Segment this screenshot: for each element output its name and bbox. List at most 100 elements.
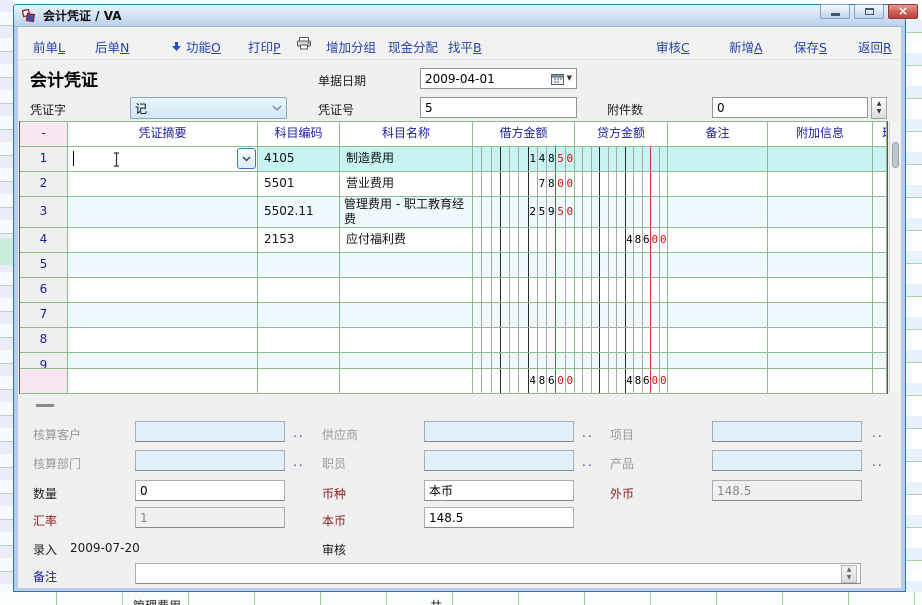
row6-no-cell[interactable]: 6 [20,278,68,303]
toolbar-audit-button[interactable]: 审核C [656,37,690,56]
row1-code-cell[interactable]: 4105 [258,147,340,172]
row7-no-cell[interactable]: 7 [20,303,68,328]
attachments-input[interactable]: 0 [712,97,868,118]
row7-extra-cell[interactable] [768,303,873,328]
row2-no-cell[interactable]: 2 [20,172,68,197]
toolbar-print-preview-button[interactable] [296,37,312,50]
date-input[interactable]: 2009-04-01 ▼ [420,68,577,89]
row8-summary-cell[interactable] [68,328,258,353]
row8-extra-cell[interactable] [768,328,873,353]
row1-name-cell[interactable]: 制造费用 [340,147,473,172]
toolbar-print-button[interactable]: 打印P [248,37,281,56]
project-field[interactable] [712,421,862,442]
row8-note-cell[interactable] [668,328,768,353]
toolbar-next-voucher-button[interactable]: 后单N [95,37,129,56]
row7-debit-cell[interactable] [473,303,575,328]
row1-debit-cell[interactable]: 14850 [473,147,575,172]
panel-splitter-handle[interactable] [36,404,54,407]
row9-extra-cell[interactable] [768,353,873,369]
row4-name-cell[interactable]: 应付福利费 [340,228,473,253]
row9-note-cell[interactable] [668,353,768,369]
row5-sliver-cell[interactable] [873,253,887,278]
row6-code-cell[interactable] [258,278,340,303]
row3-no-cell[interactable]: 3 [20,197,68,228]
toolbar-new-button[interactable]: 新增A [729,37,763,56]
row4-note-cell[interactable] [668,228,768,253]
row9-debit-cell[interactable] [473,353,575,369]
restore-button[interactable] [854,4,884,19]
row8-debit-cell[interactable] [473,328,575,353]
toolbar-save-button[interactable]: 保存S [794,37,827,56]
toolbar-prev-voucher-button[interactable]: 前单L [33,37,65,56]
row2-summary-cell[interactable] [68,172,258,197]
row3-debit-cell[interactable]: 25950 [473,197,575,228]
row4-debit-cell[interactable] [473,228,575,253]
scrollbar-thumb[interactable] [892,142,899,168]
spin-up-icon[interactable]: ▲ [847,567,852,573]
row1-credit-cell[interactable] [575,147,668,172]
spin-down-icon[interactable]: ▼ [877,109,882,115]
row1-summary-cell[interactable] [68,147,258,172]
row8-sliver-cell[interactable] [873,328,887,353]
summary-combo-button[interactable] [237,148,256,169]
row5-no-cell[interactable]: 5 [20,253,68,278]
row6-debit-cell[interactable] [473,278,575,303]
row8-name-cell[interactable] [340,328,473,353]
row7-note-cell[interactable] [668,303,768,328]
row2-sliver-cell[interactable] [873,172,887,197]
toolbar-cash-allocation-button[interactable]: 现金分配 [388,37,438,56]
row2-credit-cell[interactable] [575,172,668,197]
row8-code-cell[interactable] [258,328,340,353]
row3-summary-cell[interactable] [68,197,258,228]
employee-browse-button[interactable]: .. [582,455,594,469]
product-browse-button[interactable]: .. [872,455,884,469]
row4-summary-cell[interactable] [68,228,258,253]
close-button[interactable]: × [888,4,918,19]
row1-no-cell[interactable]: 1 [20,147,68,172]
local-amount-input[interactable]: 148.5 [424,507,574,528]
attachments-stepper[interactable]: ▲ ▼ [871,97,887,119]
row2-debit-cell[interactable]: 7800 [473,172,575,197]
customer-field[interactable] [135,421,285,442]
row4-credit-cell[interactable]: 48600 [575,228,668,253]
toolbar-functions-button[interactable]: 功能O [171,37,221,56]
employee-field[interactable] [424,450,574,471]
row2-note-cell[interactable] [668,172,768,197]
row2-extra-cell[interactable] [768,172,873,197]
row5-name-cell[interactable] [340,253,473,278]
supplier-field[interactable] [424,421,574,442]
row3-note-cell[interactable] [668,197,768,228]
row3-sliver-cell[interactable] [873,197,887,228]
row8-no-cell[interactable]: 8 [20,328,68,353]
quantity-input[interactable]: 0 [135,480,285,501]
row4-sliver-cell[interactable] [873,228,887,253]
row9-code-cell[interactable] [258,353,340,369]
row6-summary-cell[interactable] [68,278,258,303]
supplier-browse-button[interactable]: .. [582,426,594,440]
date-dropdown-icon[interactable]: ▼ [567,75,572,82]
toolbar-back-button[interactable]: 返回R [858,37,892,56]
note-input[interactable] [135,563,861,584]
row2-code-cell[interactable]: 5501 [258,172,340,197]
row9-no-cell[interactable]: 9 [20,353,68,369]
row5-code-cell[interactable] [258,253,340,278]
row7-code-cell[interactable] [258,303,340,328]
department-browse-button[interactable]: .. [293,455,305,469]
titlebar[interactable]: 会计凭证 / VA [14,5,905,27]
row6-name-cell[interactable] [340,278,473,303]
row6-sliver-cell[interactable] [873,278,887,303]
calendar-icon[interactable] [551,73,564,85]
row5-summary-cell[interactable] [68,253,258,278]
row9-sliver-cell[interactable] [873,353,887,369]
department-field[interactable] [135,450,285,471]
spin-down-icon[interactable]: ▼ [847,575,852,581]
voucher-number-input[interactable]: 5 [420,97,577,118]
row5-extra-cell[interactable] [768,253,873,278]
row5-credit-cell[interactable] [575,253,668,278]
row3-extra-cell[interactable] [768,197,873,228]
row1-extra-cell[interactable] [768,147,873,172]
currency-input[interactable]: 本币 [424,480,574,501]
note-stepper[interactable]: ▲ ▼ [841,565,857,583]
row4-extra-cell[interactable] [768,228,873,253]
row6-extra-cell[interactable] [768,278,873,303]
